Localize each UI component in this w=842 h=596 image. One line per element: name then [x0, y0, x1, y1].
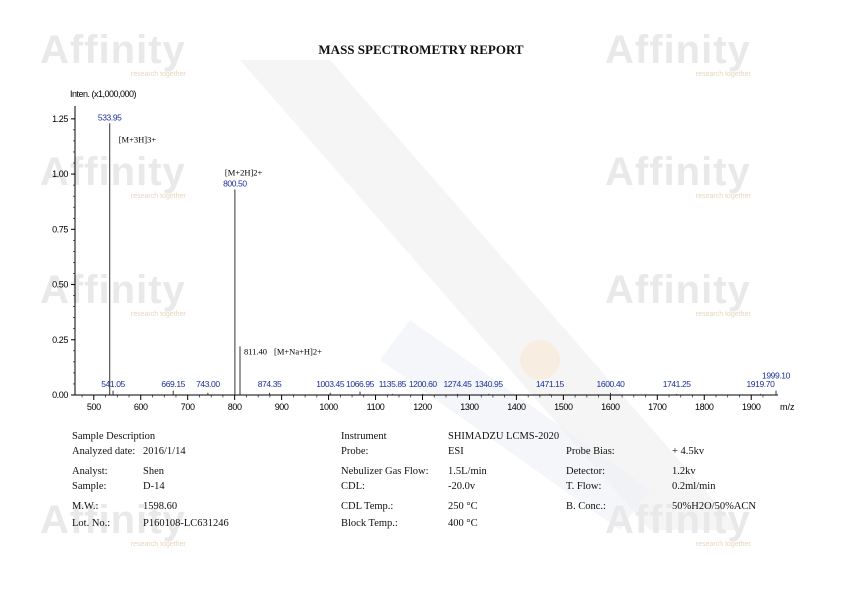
report-title: MASS SPECTROMETRY REPORT — [318, 42, 524, 57]
analyzed-date-value: 2016/1/14 — [143, 446, 186, 457]
y-tick-label: 0.25 — [52, 335, 68, 345]
x-tick-label: 800 — [228, 402, 242, 412]
peak-label: 874.35 — [258, 379, 282, 389]
cdl-value: -20.0v — [448, 481, 476, 492]
y-tick-label: 0.00 — [52, 390, 68, 400]
bconc-label: B. Conc.: — [566, 501, 606, 512]
x-tick-label: 1800 — [695, 402, 714, 412]
sample-description-heading: Sample Description — [72, 431, 156, 442]
probe-label: Probe: — [341, 446, 369, 457]
tflow-value: 0.2ml/min — [672, 481, 716, 492]
lot-value: P160108-LC631246 — [143, 518, 229, 529]
cdl-label: CDL: — [341, 481, 365, 492]
peak-label: 811.40 — [244, 346, 267, 356]
mass-spectrum-chart: 0.00 0.25 0.50 0.75 1.00 1.25 500 600 700 800 900 1… — [52, 89, 795, 412]
peak-label: 743.00 — [196, 379, 220, 389]
bconc-value: 50%H2O/50%ACN — [672, 501, 756, 512]
x-tick-label: 1600 — [601, 402, 620, 412]
block-temp-value: 400 °C — [448, 518, 478, 529]
peak-annotation: [M+Na+H]2+ — [274, 346, 322, 356]
x-tick-label: 1700 — [648, 402, 667, 412]
nebulizer-value: 1.5L/min — [448, 466, 487, 477]
cdl-temp-label: CDL Temp.: — [341, 501, 394, 512]
peak-label: 1135.85 — [379, 379, 407, 389]
x-tick-label: 700 — [181, 402, 195, 412]
x-axis-title: m/z — [780, 402, 795, 412]
peak-label: 1600.40 — [597, 379, 626, 389]
x-tick-label: 900 — [275, 402, 289, 412]
y-tick-label: 1.25 — [52, 114, 68, 124]
instrument-value: SHIMADZU LCMS-2020 — [448, 431, 560, 442]
x-tick-label: 1400 — [507, 402, 526, 412]
peak-label: 1999.10 — [762, 371, 791, 381]
mw-value: 1598.60 — [143, 501, 178, 512]
x-tick-label: 1100 — [367, 402, 385, 412]
probe-bias-value: + 4.5kv — [672, 446, 705, 457]
cdl-temp-value: 250 °C — [448, 501, 478, 512]
peak-label: 1003.45 — [316, 379, 345, 389]
x-tick-label: 1000 — [319, 402, 338, 412]
x-tick-label: 500 — [87, 402, 101, 412]
peak-label: 1340.95 — [475, 379, 504, 389]
nebulizer-label: Nebulizer Gas Flow: — [341, 466, 429, 477]
peak-label: 533.95 — [98, 112, 122, 122]
y-tick-label: 1.00 — [52, 169, 68, 179]
x-tick-label: 600 — [134, 402, 148, 412]
sample-label: Sample: — [72, 481, 107, 492]
y-tick-label: 0.50 — [52, 280, 68, 290]
y-axis-title: Inten. (x1,000,000) — [70, 89, 137, 99]
peak-label: 1200.60 — [409, 379, 438, 389]
block-temp-label: Block Temp.: — [341, 518, 398, 529]
peak-label: 1471.15 — [536, 379, 565, 389]
x-tick-label: 1900 — [742, 402, 761, 412]
analyst-label: Analyst: — [72, 466, 108, 477]
peak-label: 800.50 — [223, 179, 247, 189]
x-tick-label: 1500 — [554, 402, 573, 412]
peak-label: 669.15 — [161, 379, 185, 389]
tflow-label: T. Flow: — [566, 481, 602, 492]
sample-value: D-14 — [143, 481, 165, 492]
analyst-value: Shen — [143, 466, 164, 477]
analyzed-date-label: Analyzed date: — [72, 446, 136, 457]
mw-label: M.W.: — [72, 501, 99, 512]
lot-label: Lot. No.: — [72, 518, 111, 529]
x-tick-label: 1200 — [413, 402, 432, 412]
peak-label: 1274.45 — [443, 379, 472, 389]
probe-value: ESI — [448, 446, 464, 457]
x-tick-label: 1300 — [460, 402, 479, 412]
peak-label: 1741.25 — [663, 379, 692, 389]
peak-label: 1066.95 — [346, 379, 375, 389]
y-tick-label: 0.75 — [52, 224, 68, 234]
probe-bias-label: Probe Bias: — [566, 446, 615, 457]
peak-annotation: [M+2H]2+ — [225, 168, 263, 178]
detector-label: Detector: — [566, 466, 606, 477]
peak-label: 541.05 — [101, 379, 125, 389]
peak-annotation: [M+3H]3+ — [119, 134, 157, 144]
detector-value: 1.2kv — [672, 466, 696, 477]
instrument-label: Instrument — [341, 431, 387, 442]
